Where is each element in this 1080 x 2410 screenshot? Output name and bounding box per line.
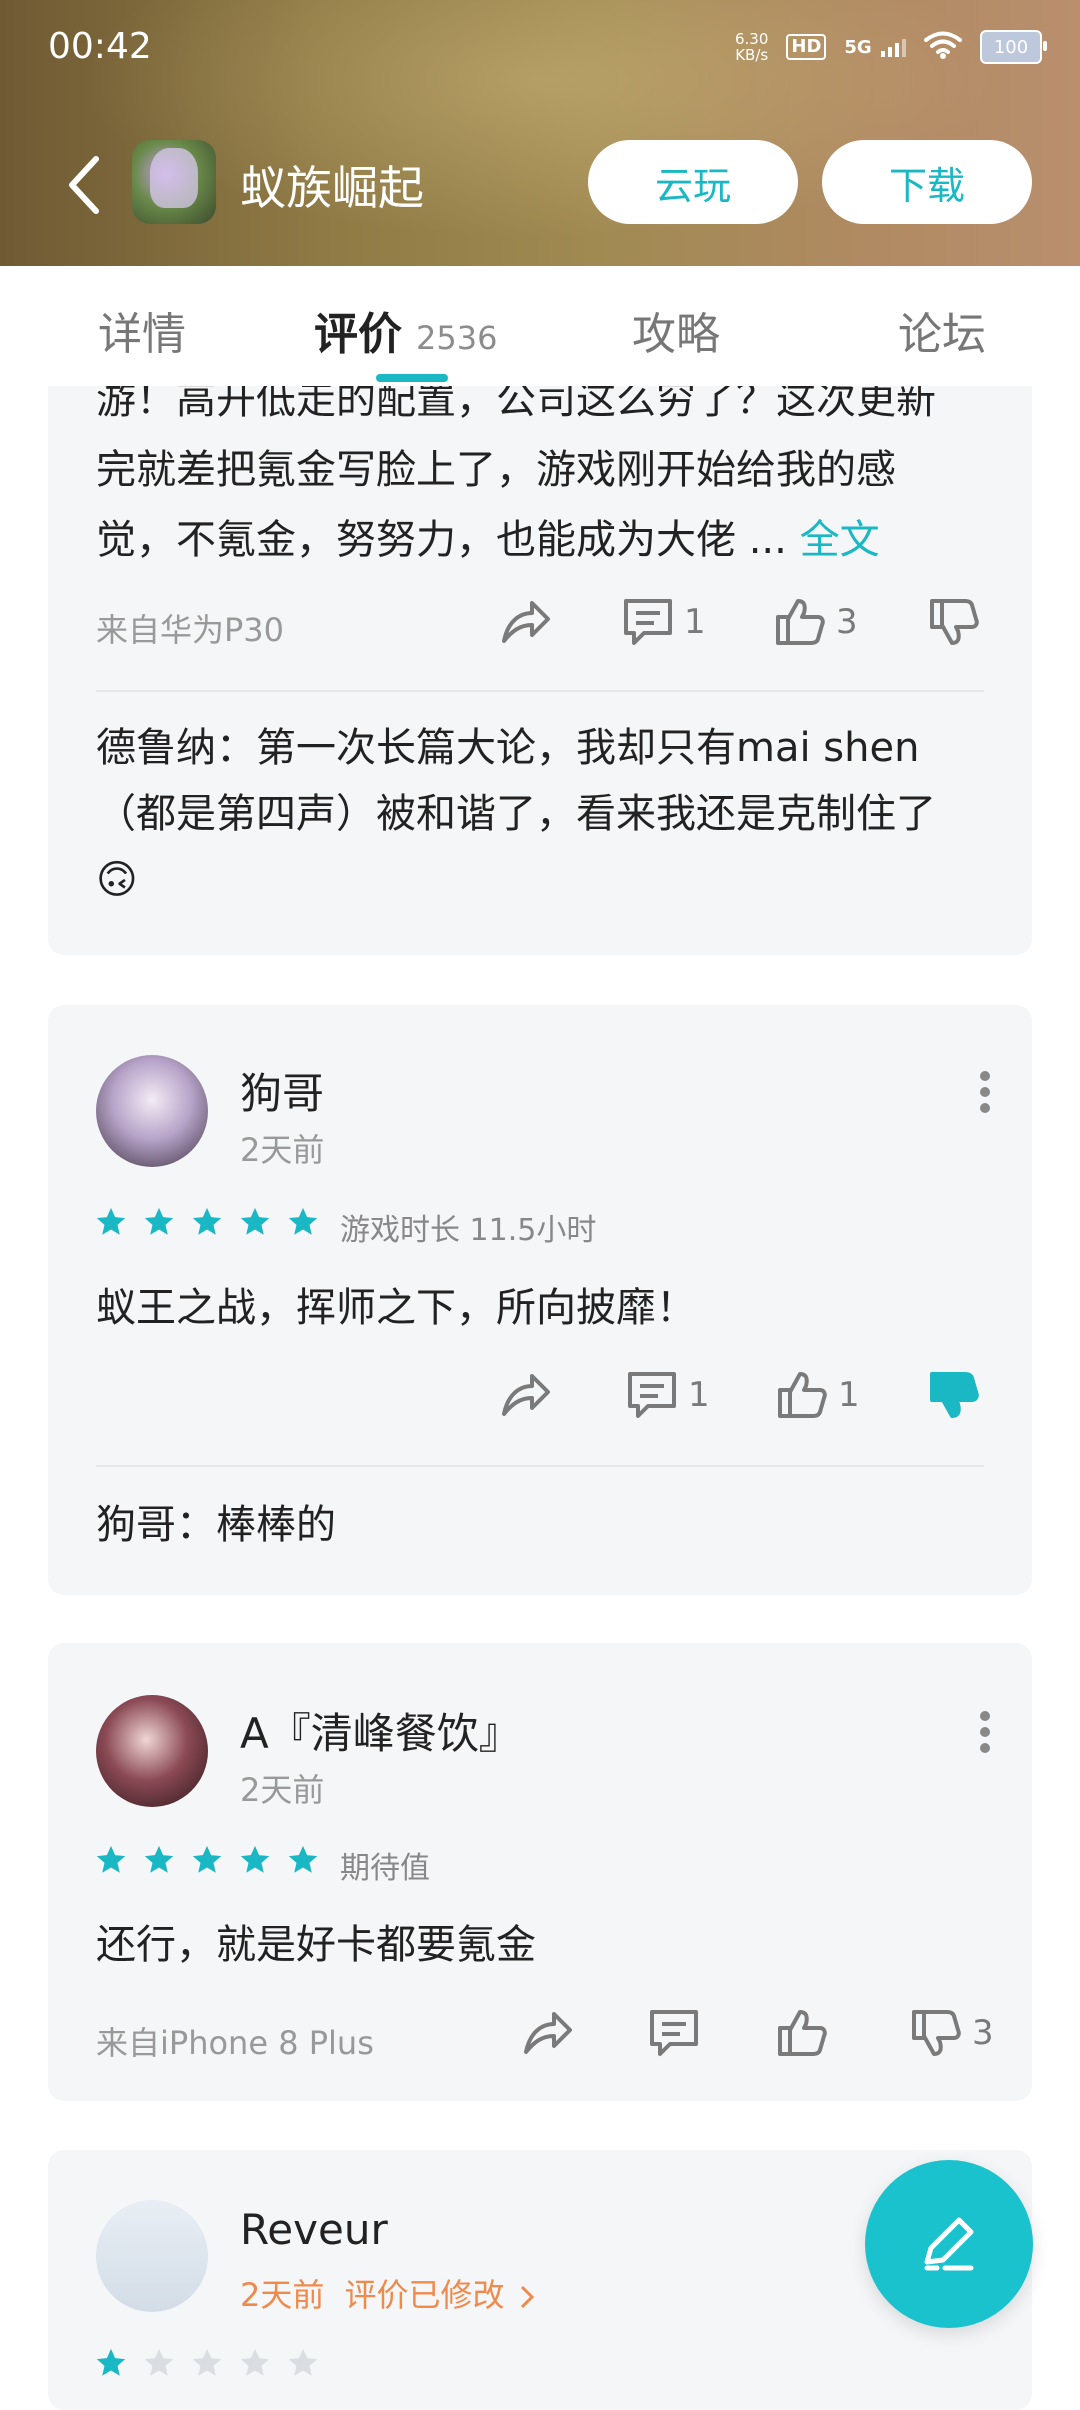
dislike-icon	[930, 1372, 979, 1418]
like-button[interactable]: 3	[774, 597, 858, 647]
star-icon	[96, 2348, 126, 2376]
dislike-button[interactable]	[928, 1370, 980, 1420]
star-icon	[288, 2348, 318, 2376]
share-button[interactable]	[500, 1370, 552, 1418]
hd-icon: HD	[786, 34, 827, 60]
rating-stars	[94, 1843, 320, 1877]
battery-icon: 100	[980, 30, 1047, 64]
rating-stars	[94, 2346, 320, 2380]
expectation-label: 期待值	[340, 1851, 430, 1886]
device-label: 来自华为P30	[96, 611, 285, 649]
wifi-icon	[924, 31, 962, 63]
review-time: 2天前 评价已修改	[240, 2270, 535, 2316]
edit-icon	[924, 2217, 974, 2271]
like-icon	[776, 599, 825, 645]
divider	[96, 690, 984, 692]
download-button[interactable]: 下载	[822, 140, 1032, 224]
avatar[interactable]	[96, 2200, 208, 2312]
review-text[interactable]: 蚁王之战，挥师之下，所向披靡！	[96, 1273, 696, 1343]
avatar[interactable]	[96, 1055, 208, 1167]
app-icon[interactable]	[132, 140, 216, 224]
like-icon	[778, 2010, 827, 2056]
star-icon	[288, 1845, 318, 1873]
username[interactable]: A『清峰餐饮』	[240, 1700, 521, 1761]
comment-button[interactable]: 1	[626, 1370, 710, 1420]
write-review-button[interactable]	[865, 2160, 1033, 2328]
star-icon	[192, 1207, 222, 1235]
star-icon	[144, 1207, 174, 1235]
dislike-button[interactable]: 3	[910, 2008, 994, 2058]
review-text[interactable]: 还行，就是好卡都要氪金	[96, 1910, 536, 1980]
more-icon[interactable]	[980, 1065, 992, 1119]
tab-bar: 详情 评价 2536 攻略 论坛	[0, 266, 1080, 386]
rating-stars	[94, 1205, 320, 1239]
username[interactable]: 狗哥	[240, 1060, 324, 1121]
tab-indicator	[376, 374, 448, 382]
comment-button[interactable]: 1	[622, 597, 706, 647]
star-icon	[144, 1845, 174, 1873]
star-icon	[288, 1207, 318, 1235]
comment-icon	[650, 2010, 698, 2056]
comment-icon	[628, 1372, 676, 1418]
app-title: 蚁族崛起	[240, 161, 424, 215]
review-card: 游！高开低走的配置，公司这么穷了？这次更新 完就差把氪金写脸上了，游戏刚开始给我…	[48, 355, 1032, 955]
review-card: 狗哥 2天前 游戏时长 11.5小时 蚁王之战，挥师之下，所向披靡！ 1 1 狗…	[48, 1005, 1032, 1595]
chevron-right-icon	[520, 2285, 534, 2309]
like-button[interactable]: 1	[776, 1370, 860, 1420]
share-button[interactable]	[522, 2008, 574, 2056]
reply-text[interactable]: 德鲁纳：第一次长篇大论，我却只有mai shen （都是第四声）被和谐了，看来我…	[96, 715, 996, 913]
username[interactable]: Reveur	[240, 2205, 388, 2254]
more-icon[interactable]	[980, 1705, 992, 1759]
star-icon	[240, 2348, 270, 2376]
star-icon	[240, 1845, 270, 1873]
share-button[interactable]	[500, 597, 552, 645]
read-more-link[interactable]: 全文	[800, 517, 880, 563]
star-icon	[96, 1845, 126, 1873]
device-label: 来自iPhone 8 Plus	[96, 2024, 374, 2062]
review-text[interactable]: 游！高开低走的配置，公司这么穷了？这次更新 完就差把氪金写脸上了，游戏刚开始给我…	[96, 365, 996, 575]
like-icon	[778, 1372, 827, 1418]
comment-icon	[624, 599, 672, 645]
reply-text[interactable]: 狗哥：棒棒的	[96, 1492, 996, 1558]
back-button[interactable]	[60, 150, 108, 220]
signal-icon: 5G	[844, 37, 906, 58]
network-speed: 6.30 KB/s	[734, 30, 769, 64]
star-icon	[96, 1207, 126, 1235]
star-icon	[192, 2348, 222, 2376]
cloud-play-button[interactable]: 云玩	[588, 140, 798, 224]
status-time: 00:42	[48, 26, 152, 67]
back-icon	[69, 156, 99, 214]
playtime-label: 游戏时长 11.5小时	[340, 1213, 597, 1248]
tab-guides[interactable]: 攻略	[632, 298, 720, 362]
dislike-icon	[912, 2010, 961, 2056]
star-icon	[192, 1845, 222, 1873]
comment-button[interactable]	[648, 2008, 700, 2058]
divider	[96, 1465, 984, 1467]
share-icon	[524, 2012, 572, 2054]
tab-forum[interactable]: 论坛	[898, 298, 986, 362]
tab-reviews[interactable]: 评价 2536	[314, 298, 497, 362]
review-time: 2天前	[240, 1771, 325, 1809]
share-icon	[502, 1374, 550, 1416]
share-icon	[502, 601, 550, 643]
star-icon	[240, 1207, 270, 1235]
star-icon	[144, 2348, 174, 2376]
edited-link[interactable]: 评价已修改	[345, 2276, 505, 2314]
dislike-button[interactable]	[928, 597, 980, 647]
review-card: A『清峰餐饮』 2天前 期待值 还行，就是好卡都要氪金 来自iPhone 8 P…	[48, 1643, 1032, 2101]
like-button[interactable]	[776, 2008, 828, 2058]
review-count: 2536	[416, 319, 498, 357]
tab-details[interactable]: 详情	[98, 298, 186, 362]
status-icons: 6.30 KB/s HD 5G 100	[734, 30, 1047, 64]
review-time: 2天前	[240, 1131, 325, 1169]
avatar[interactable]	[96, 1695, 208, 1807]
status-bar: 00:42 6.30 KB/s HD 5G 100	[0, 0, 1080, 100]
app-header: 蚁族崛起 云玩 下载	[0, 120, 1080, 250]
dislike-icon	[930, 599, 979, 645]
